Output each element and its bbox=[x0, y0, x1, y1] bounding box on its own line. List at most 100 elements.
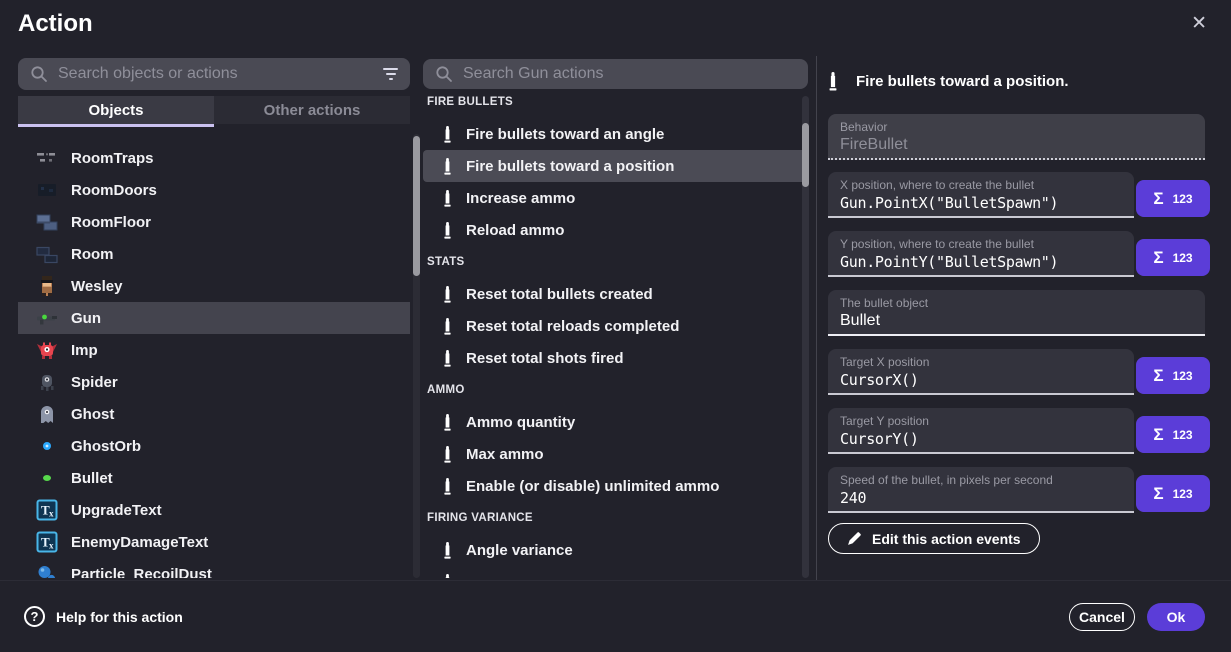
action-group-header: STATS bbox=[423, 246, 808, 278]
expression-editor-button[interactable]: Σ 123 bbox=[1136, 475, 1210, 512]
tab-other-actions[interactable]: Other actions bbox=[214, 96, 410, 124]
field-label: Target Y position bbox=[840, 414, 1122, 428]
expression-editor-button[interactable]: Σ 123 bbox=[1136, 357, 1210, 394]
behavior-field: Behavior FireBullet bbox=[828, 114, 1205, 160]
bullet-cartridge-icon bbox=[443, 574, 452, 579]
object-row-roomfloor[interactable]: RoomFloor bbox=[18, 206, 410, 238]
field-label: Y position, where to create the bullet bbox=[840, 237, 1122, 251]
bullet-cartridge-icon bbox=[443, 222, 452, 239]
action-group-header: FIRE BULLETS bbox=[423, 86, 808, 118]
search-objects-input[interactable]: Search objects or actions bbox=[18, 58, 410, 90]
action-item-clipped[interactable] bbox=[423, 566, 808, 578]
help-link[interactable]: ? Help for this action bbox=[24, 606, 183, 627]
edit-action-events-button[interactable]: Edit this action events bbox=[828, 523, 1040, 554]
object-row-wesley[interactable]: Wesley bbox=[18, 270, 410, 302]
search-placeholder: Search objects or actions bbox=[58, 65, 373, 83]
left-tab-bar: Objects Other actions bbox=[18, 96, 410, 124]
sigma-123-label: 123 bbox=[1173, 369, 1193, 383]
object-row-ghost[interactable]: Ghost bbox=[18, 398, 410, 430]
action-group-header: FIRING VARIANCE bbox=[423, 502, 808, 534]
middle-scrollbar[interactable] bbox=[802, 96, 809, 578]
action-item[interactable]: Angle variance bbox=[423, 534, 808, 566]
roomfloor-icon bbox=[36, 211, 58, 233]
sigma-123-label: 123 bbox=[1173, 487, 1193, 501]
gun-icon bbox=[36, 307, 58, 329]
filter-icon[interactable] bbox=[383, 68, 398, 80]
action-item[interactable]: Reload ammo bbox=[423, 214, 808, 246]
search-placeholder: Search Gun actions bbox=[463, 65, 796, 83]
field-behavior: Behavior FireBullet bbox=[828, 114, 1210, 160]
pencil-icon bbox=[847, 531, 862, 546]
bullet-cartridge-icon bbox=[443, 350, 452, 367]
target-x-field[interactable]: Target X position CursorX() bbox=[828, 349, 1134, 395]
expression-editor-button[interactable]: Σ 123 bbox=[1136, 239, 1210, 276]
field-label: Behavior bbox=[840, 120, 1193, 134]
sigma-123-label: 123 bbox=[1173, 428, 1193, 442]
bullet-cartridge-icon bbox=[443, 126, 452, 143]
action-item[interactable]: Reset total reloads completed bbox=[423, 310, 808, 342]
bullet-object-icon bbox=[36, 467, 58, 489]
bullet-cartridge-icon bbox=[443, 158, 452, 175]
action-list: FIRE BULLETS Fire bullets toward an angl… bbox=[423, 86, 808, 578]
object-row-upgradetext[interactable]: Tx UpgradeText bbox=[18, 494, 410, 526]
bullet-object-field[interactable]: The bullet object Bullet bbox=[828, 290, 1205, 336]
field-x-position: X position, where to create the bullet G… bbox=[828, 172, 1210, 218]
wesley-icon bbox=[36, 275, 58, 297]
action-group-header: AMMO bbox=[423, 374, 808, 406]
search-actions-input[interactable]: Search Gun actions bbox=[423, 59, 808, 89]
target-y-field[interactable]: Target Y position CursorY() bbox=[828, 408, 1134, 454]
expression-editor-button[interactable]: Σ 123 bbox=[1136, 416, 1210, 453]
tab-objects[interactable]: Objects bbox=[18, 96, 214, 124]
bullet-cartridge-icon bbox=[443, 478, 452, 495]
field-bullet-object: The bullet object Bullet bbox=[828, 290, 1210, 336]
field-value: Gun.PointY("BulletSpawn") bbox=[840, 253, 1122, 271]
object-list: RoomTraps RoomDoors RoomFloor Room Wesle… bbox=[18, 142, 410, 578]
middle-scrollbar-thumb[interactable] bbox=[802, 123, 809, 187]
bullet-cartridge-icon bbox=[443, 446, 452, 463]
action-detail-panel: Fire bullets toward a position. Behavior… bbox=[828, 0, 1210, 580]
object-row-ghostorb[interactable]: GhostOrb bbox=[18, 430, 410, 462]
field-value: CursorY() bbox=[840, 430, 1122, 448]
roomdoors-icon bbox=[36, 179, 58, 201]
sigma-icon: Σ bbox=[1153, 189, 1163, 209]
object-row-imp[interactable]: Imp bbox=[18, 334, 410, 366]
object-row-particle-recoildust[interactable]: Particle_RecoilDust bbox=[18, 558, 410, 578]
action-item[interactable]: Reset total bullets created bbox=[423, 278, 808, 310]
left-scrollbar-thumb[interactable] bbox=[413, 136, 420, 276]
sigma-icon: Σ bbox=[1153, 366, 1163, 386]
bullet-cartridge-icon bbox=[443, 318, 452, 335]
object-row-bullet[interactable]: Bullet bbox=[18, 462, 410, 494]
object-row-roomtraps[interactable]: RoomTraps bbox=[18, 142, 410, 174]
field-label: X position, where to create the bullet bbox=[840, 178, 1122, 192]
action-item[interactable]: Enable (or disable) unlimited ammo bbox=[423, 470, 808, 502]
panel-divider bbox=[816, 56, 817, 580]
action-item[interactable]: Reset total shots fired bbox=[423, 342, 808, 374]
left-scrollbar[interactable] bbox=[413, 134, 420, 578]
roomtraps-icon bbox=[36, 147, 58, 169]
text-icon: Tx bbox=[36, 531, 58, 553]
room-icon bbox=[36, 243, 58, 265]
sigma-123-label: 123 bbox=[1173, 251, 1193, 265]
expression-editor-button[interactable]: Σ 123 bbox=[1136, 180, 1210, 217]
speed-field[interactable]: Speed of the bullet, in pixels per secon… bbox=[828, 467, 1134, 513]
action-item-selected[interactable]: Fire bullets toward a position bbox=[423, 150, 808, 182]
field-value: CursorX() bbox=[840, 371, 1122, 389]
action-item[interactable]: Increase ammo bbox=[423, 182, 808, 214]
field-label: The bullet object bbox=[840, 296, 1193, 310]
action-item[interactable]: Fire bullets toward an angle bbox=[423, 118, 808, 150]
cancel-button[interactable]: Cancel bbox=[1069, 603, 1135, 631]
action-item[interactable]: Ammo quantity bbox=[423, 406, 808, 438]
action-item[interactable]: Max ammo bbox=[423, 438, 808, 470]
object-row-spider[interactable]: Spider bbox=[18, 366, 410, 398]
y-position-field[interactable]: Y position, where to create the bullet G… bbox=[828, 231, 1134, 277]
object-row-room[interactable]: Room bbox=[18, 238, 410, 270]
object-row-gun[interactable]: Gun bbox=[18, 302, 410, 334]
ok-button[interactable]: Ok bbox=[1147, 603, 1205, 631]
action-description: Fire bullets toward a position. bbox=[856, 73, 1069, 90]
object-row-enemydamagetext[interactable]: Tx EnemyDamageText bbox=[18, 526, 410, 558]
particle-icon bbox=[36, 563, 58, 578]
x-position-field[interactable]: X position, where to create the bullet G… bbox=[828, 172, 1134, 218]
field-label: Speed of the bullet, in pixels per secon… bbox=[840, 473, 1122, 487]
field-label: Target X position bbox=[840, 355, 1122, 369]
object-row-roomdoors[interactable]: RoomDoors bbox=[18, 174, 410, 206]
